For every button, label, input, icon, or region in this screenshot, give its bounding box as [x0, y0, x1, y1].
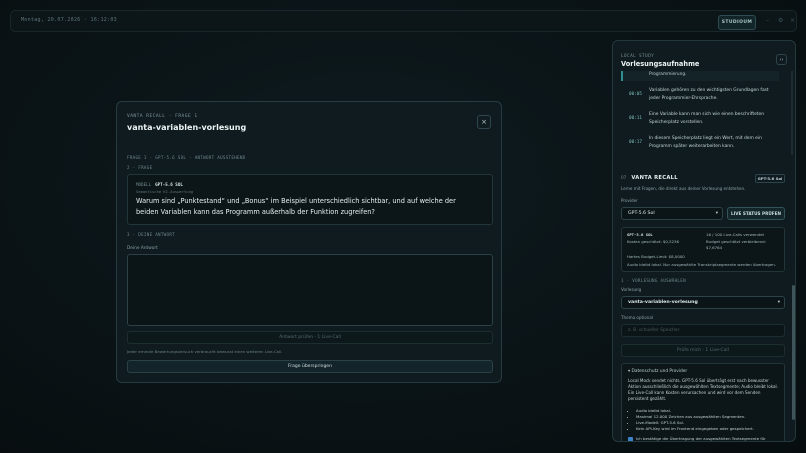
study-panel: LOCAL STUDY Vorlesungsaufnahme ‹› Progra…	[612, 40, 796, 442]
model-badge: GPT-5.6 Sol	[755, 174, 785, 183]
recall-heading: 07 VANTA RECALL	[621, 175, 678, 181]
info-calls: 16 / 100 Live-Calls verwendet	[706, 232, 764, 237]
modal-eyebrow: VANTA RECALL · FRAGE 1	[127, 114, 198, 119]
recall-description: Lerne mit Fragen, die direkt aus deiner …	[621, 186, 746, 191]
consent-label: Ich bestätige die Übertragung der ausgew…	[636, 436, 766, 441]
studio-button[interactable]: STUDIOUM	[718, 15, 756, 30]
section-question-label: 2 · FRAGE	[127, 165, 153, 170]
minimize-icon[interactable]: –	[766, 17, 769, 24]
close-window-icon[interactable]: ×	[790, 17, 795, 24]
panel-eyebrow: LOCAL STUDY	[621, 53, 655, 58]
question-model: MODELL GPT-5.6 SOL	[136, 182, 183, 187]
budget-info-box: GPT-5.6 SOL 16 / 100 Live-Calls verwende…	[621, 227, 785, 272]
chevron-down-icon: ▾	[715, 211, 718, 216]
transcript-segment[interactable]: 00:05 Variablen gehören zu den wichtigst…	[621, 85, 779, 105]
provider-select[interactable]: GPT-5.6 Sol ▾	[621, 207, 723, 220]
segment-time: 00:05	[629, 92, 642, 97]
privacy-details[interactable]: ▾ Datenschutz und Provider Local Mock se…	[621, 363, 785, 441]
close-modal-button[interactable]: ×	[477, 115, 491, 129]
list-item: Kein API-Key wird im Frontend eingegeben…	[636, 426, 784, 432]
check-answer-button[interactable]: Antwort prüfen · 1 Live-Call	[127, 331, 493, 344]
segment-text: Variablen gehören zu den wichtigsten Gru…	[649, 88, 769, 101]
transcript-list[interactable]: Programmierung. 00:05 Variablen gehören …	[621, 71, 787, 157]
segment-text: In diesem Speicherplatz liegt ein Wert, …	[649, 136, 762, 149]
settings-icon[interactable]: ⚙	[778, 17, 783, 24]
info-cost: Kosten geschätzt: $0,5236	[627, 239, 679, 244]
question-text: Warum sind „Punktestand“ und „Bonus“ im …	[136, 197, 456, 216]
question-card: MODELL GPT-5.6 SOL Semantische KI-Auswert…	[127, 174, 493, 225]
panel-title: Vorlesungsaufnahme	[621, 60, 700, 68]
answer-textarea[interactable]	[127, 254, 493, 326]
answer-field-label: Deine Antwort	[127, 246, 158, 251]
skip-question-button[interactable]: Frage überspringen	[127, 360, 493, 373]
privacy-summary[interactable]: ▾ Datenschutz und Provider	[628, 369, 687, 374]
datetime-display: Montag, 20.07.2026 · 16:12:03	[21, 17, 117, 23]
privacy-list: Audio bleibt lokal. Maximal 12.000 Zeich…	[628, 408, 784, 432]
theme-input[interactable]: z. B. schueller Speicher	[621, 324, 785, 337]
segment-text: Eine Variable kann man sich wie einen be…	[649, 112, 764, 125]
theme-label: Thema optional	[621, 315, 654, 320]
provider-label: Provider	[621, 198, 638, 203]
transcript-scrollbar[interactable]	[791, 71, 793, 155]
transcript-segment[interactable]: 00:11 Eine Variable kann man sich wie ei…	[621, 109, 779, 129]
lecture-select[interactable]: vanta-variablen-vorlesung ▾	[621, 296, 785, 309]
live-status-button[interactable]: LIVE STATUS PRÜFEN	[727, 207, 785, 220]
quiz-me-button[interactable]: Prüfe mich · 1 Live-Call	[621, 344, 785, 357]
section-answer-label: 3 · DEINE ANTWORT	[127, 232, 175, 237]
segment-time: 00:11	[629, 116, 642, 121]
info-limit: Hartes Budget-Limit: $8,0000	[627, 254, 685, 259]
privacy-text: Local Mock sendet nichts. GPT-5.6 Sol üb…	[628, 378, 778, 401]
panel-toggle-button[interactable]: ‹›	[776, 54, 787, 65]
info-budget-left: Budget geschätzt verbleibend:	[706, 239, 766, 244]
modal-title: vanta-variablen-vorlesung	[127, 123, 247, 132]
top-bar: Montag, 20.07.2026 · 16:12:03 STUDIOUM –…	[10, 10, 797, 32]
info-budget-value: $7,6764	[706, 245, 723, 250]
transcript-segment[interactable]: 00:17 In diesem Speicherplatz liegt ein …	[621, 133, 779, 153]
panel-scrollbar[interactable]	[792, 285, 795, 420]
retry-hint: Jeder erneute Bewertungsversuch verbrauc…	[127, 349, 283, 354]
question-meta: FRAGE 1 · GPT-5.6 SOL · ANTWORT AUSSTEHE…	[127, 155, 246, 160]
info-model: GPT-5.6 SOL	[627, 232, 653, 237]
consent-checkbox[interactable]	[628, 437, 633, 441]
info-audio-note: Audio bleibt lokal. Nur ausgewählte Tran…	[627, 262, 776, 267]
question-subtitle: Semantische KI-Auswertung	[136, 189, 194, 194]
lecture-label: Vorlesung	[621, 287, 642, 292]
quiz-modal: VANTA RECALL · FRAGE 1 vanta-variablen-v…	[116, 101, 502, 383]
section-choose-label: 1 · VORLESUNG AUSWÄHLEN	[621, 278, 686, 283]
segment-time: 00:17	[629, 140, 642, 145]
chevron-down-icon: ▾	[777, 300, 780, 305]
transcript-segment[interactable]: Programmierung.	[621, 71, 779, 81]
